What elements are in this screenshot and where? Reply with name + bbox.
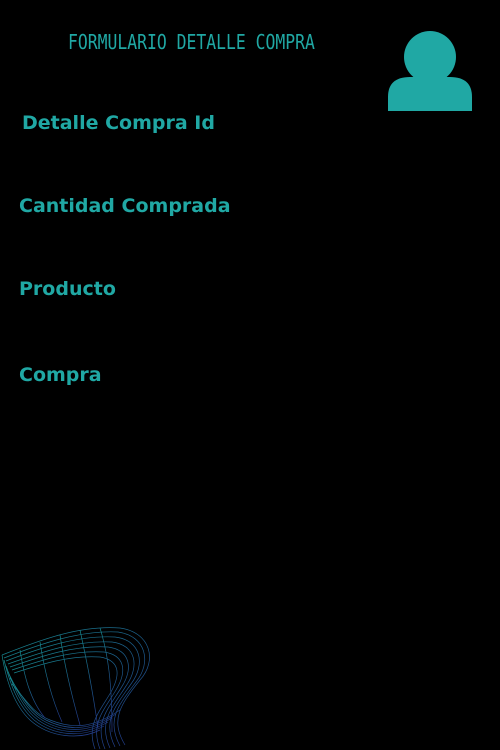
field-label-producto: Producto — [19, 278, 116, 300]
user-icon — [388, 31, 472, 111]
field-label-detalle-compra-id: Detalle Compra Id — [22, 112, 215, 134]
form-title: Formulario Detalle Compra — [68, 30, 315, 54]
wave-mesh-graphic — [1, 627, 150, 750]
field-label-compra: Compra — [19, 364, 102, 386]
field-label-cantidad-comprada: Cantidad Comprada — [19, 195, 231, 217]
